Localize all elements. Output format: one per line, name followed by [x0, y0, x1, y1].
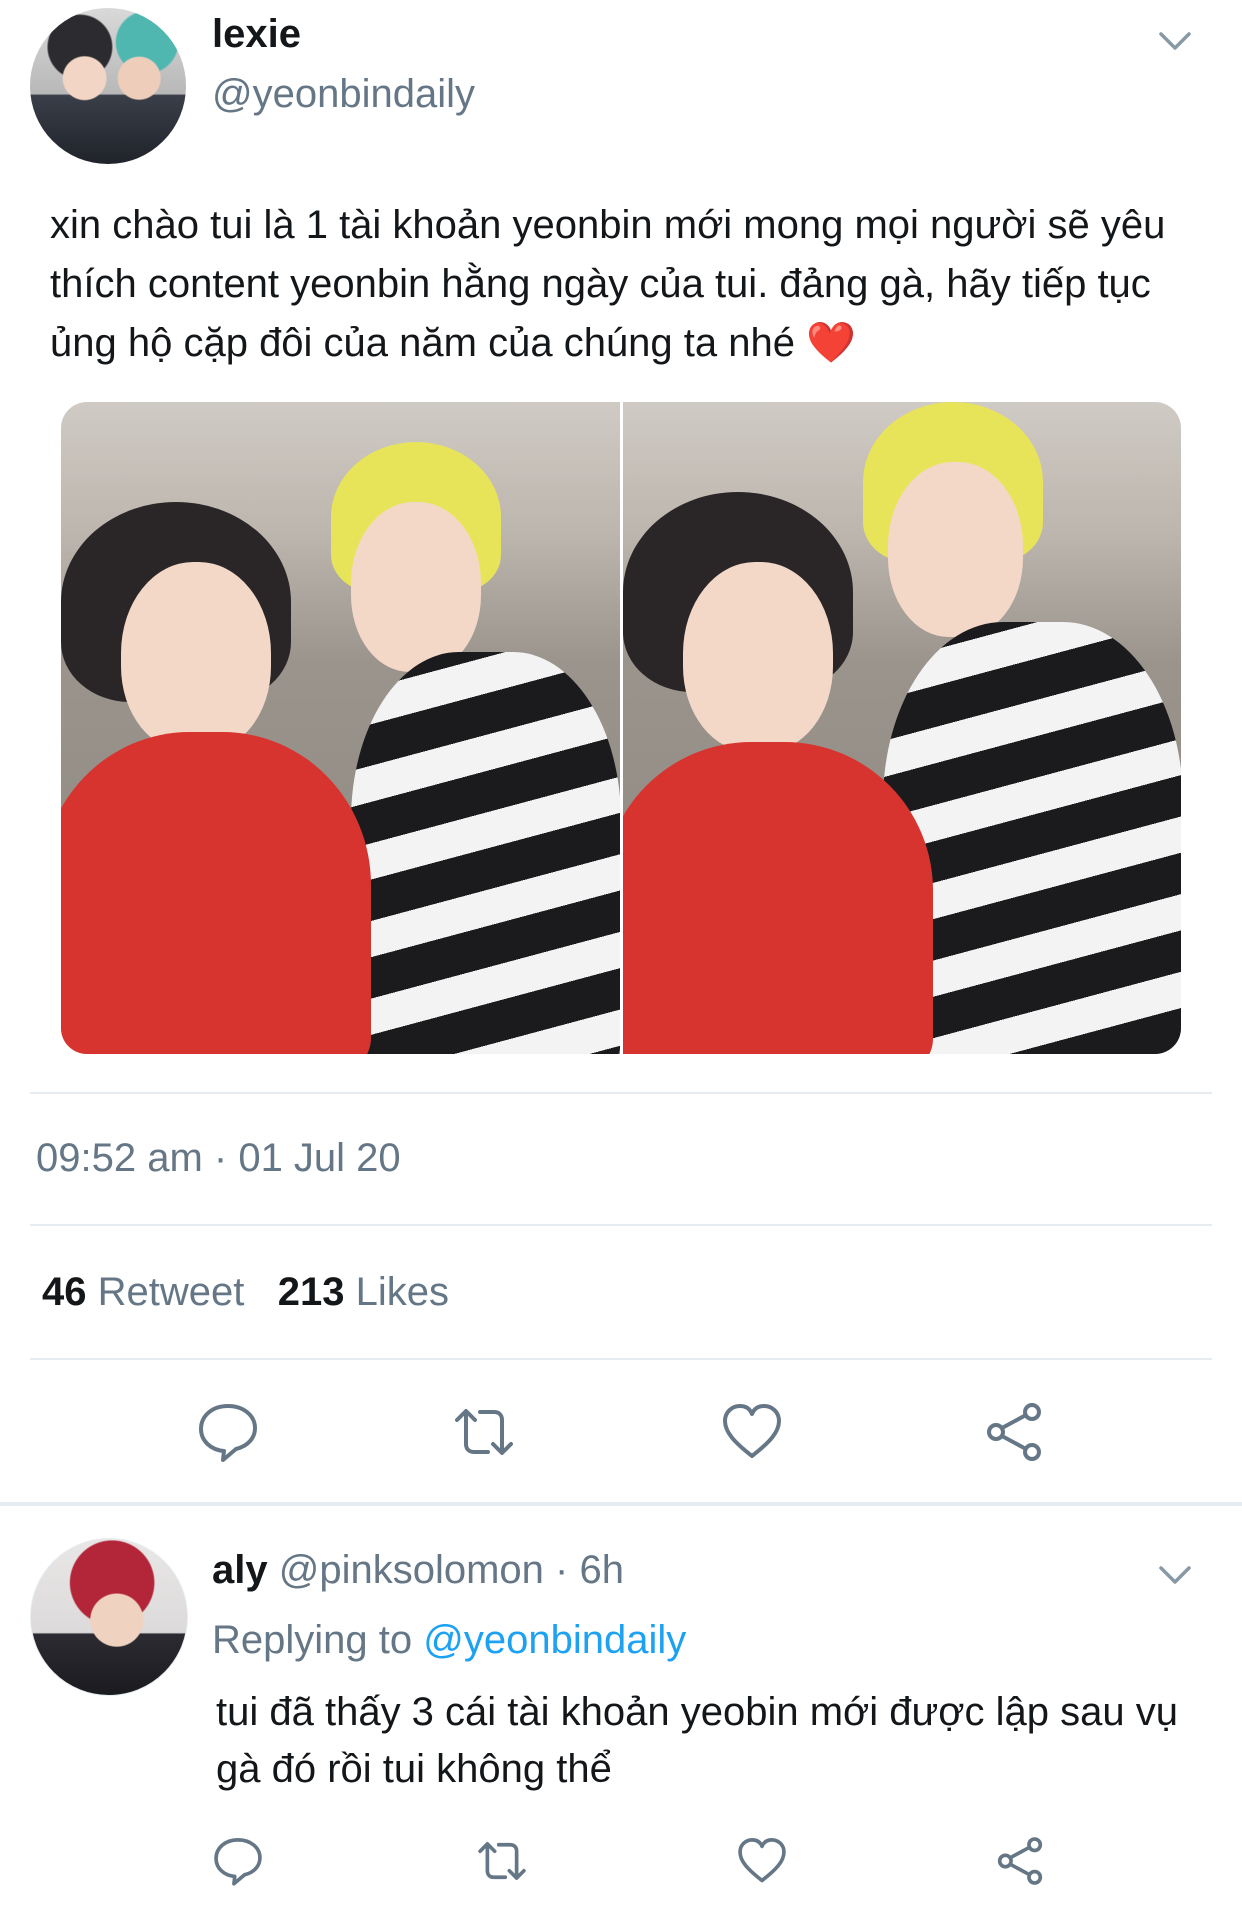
- replying-to: Replying to @yeonbindaily: [212, 1618, 686, 1663]
- tweet-stats: 46 Retweet 213 Likes: [42, 1270, 449, 1315]
- author-name[interactable]: lexie: [212, 12, 301, 57]
- divider: [30, 1224, 1212, 1226]
- section-divider: [0, 1502, 1242, 1506]
- author-avatar[interactable]: [30, 8, 186, 164]
- like-label[interactable]: Likes: [356, 1270, 449, 1314]
- media-photo-2[interactable]: [619, 402, 1181, 1054]
- replying-handle-link[interactable]: @yeonbindaily: [423, 1618, 686, 1662]
- reply-author-avatar[interactable]: [30, 1538, 188, 1696]
- retweet-icon[interactable]: [452, 1400, 516, 1464]
- retweet-count[interactable]: 46: [42, 1270, 87, 1314]
- tweet-media[interactable]: [61, 402, 1181, 1054]
- reply-icon[interactable]: [212, 1835, 264, 1887]
- divider: [30, 1358, 1212, 1360]
- retweet-icon[interactable]: [476, 1835, 528, 1887]
- reply-icon[interactable]: [196, 1400, 260, 1464]
- retweet-label[interactable]: Retweet: [98, 1270, 245, 1314]
- media-photo-1[interactable]: [61, 402, 620, 1054]
- share-icon[interactable]: [982, 1400, 1046, 1464]
- divider: [30, 1092, 1212, 1094]
- author-handle[interactable]: @yeonbindaily: [212, 72, 475, 117]
- reply-author-handle[interactable]: @pinksolomon: [279, 1548, 544, 1592]
- reply-time: · 6h: [555, 1548, 624, 1592]
- like-icon[interactable]: [736, 1835, 788, 1887]
- tweet-timestamp: 09:52 am · 01 Jul 20: [36, 1136, 401, 1180]
- tweet-text: xin chào tui là 1 tài khoản yeonbin mới …: [50, 203, 1166, 365]
- like-icon[interactable]: [720, 1400, 784, 1464]
- replying-prefix: Replying to: [212, 1618, 413, 1662]
- like-count[interactable]: 213: [278, 1270, 345, 1314]
- share-icon[interactable]: [994, 1835, 1046, 1887]
- reply-author-name[interactable]: aly: [212, 1548, 268, 1592]
- chevron-down-icon[interactable]: [1158, 24, 1192, 58]
- reply-text: tui đã thấy 3 cái tài khoản yeobin mới đ…: [216, 1690, 1178, 1791]
- chevron-down-icon[interactable]: [1158, 1558, 1192, 1592]
- reply-header: aly @pinksolomon · 6h: [212, 1548, 624, 1593]
